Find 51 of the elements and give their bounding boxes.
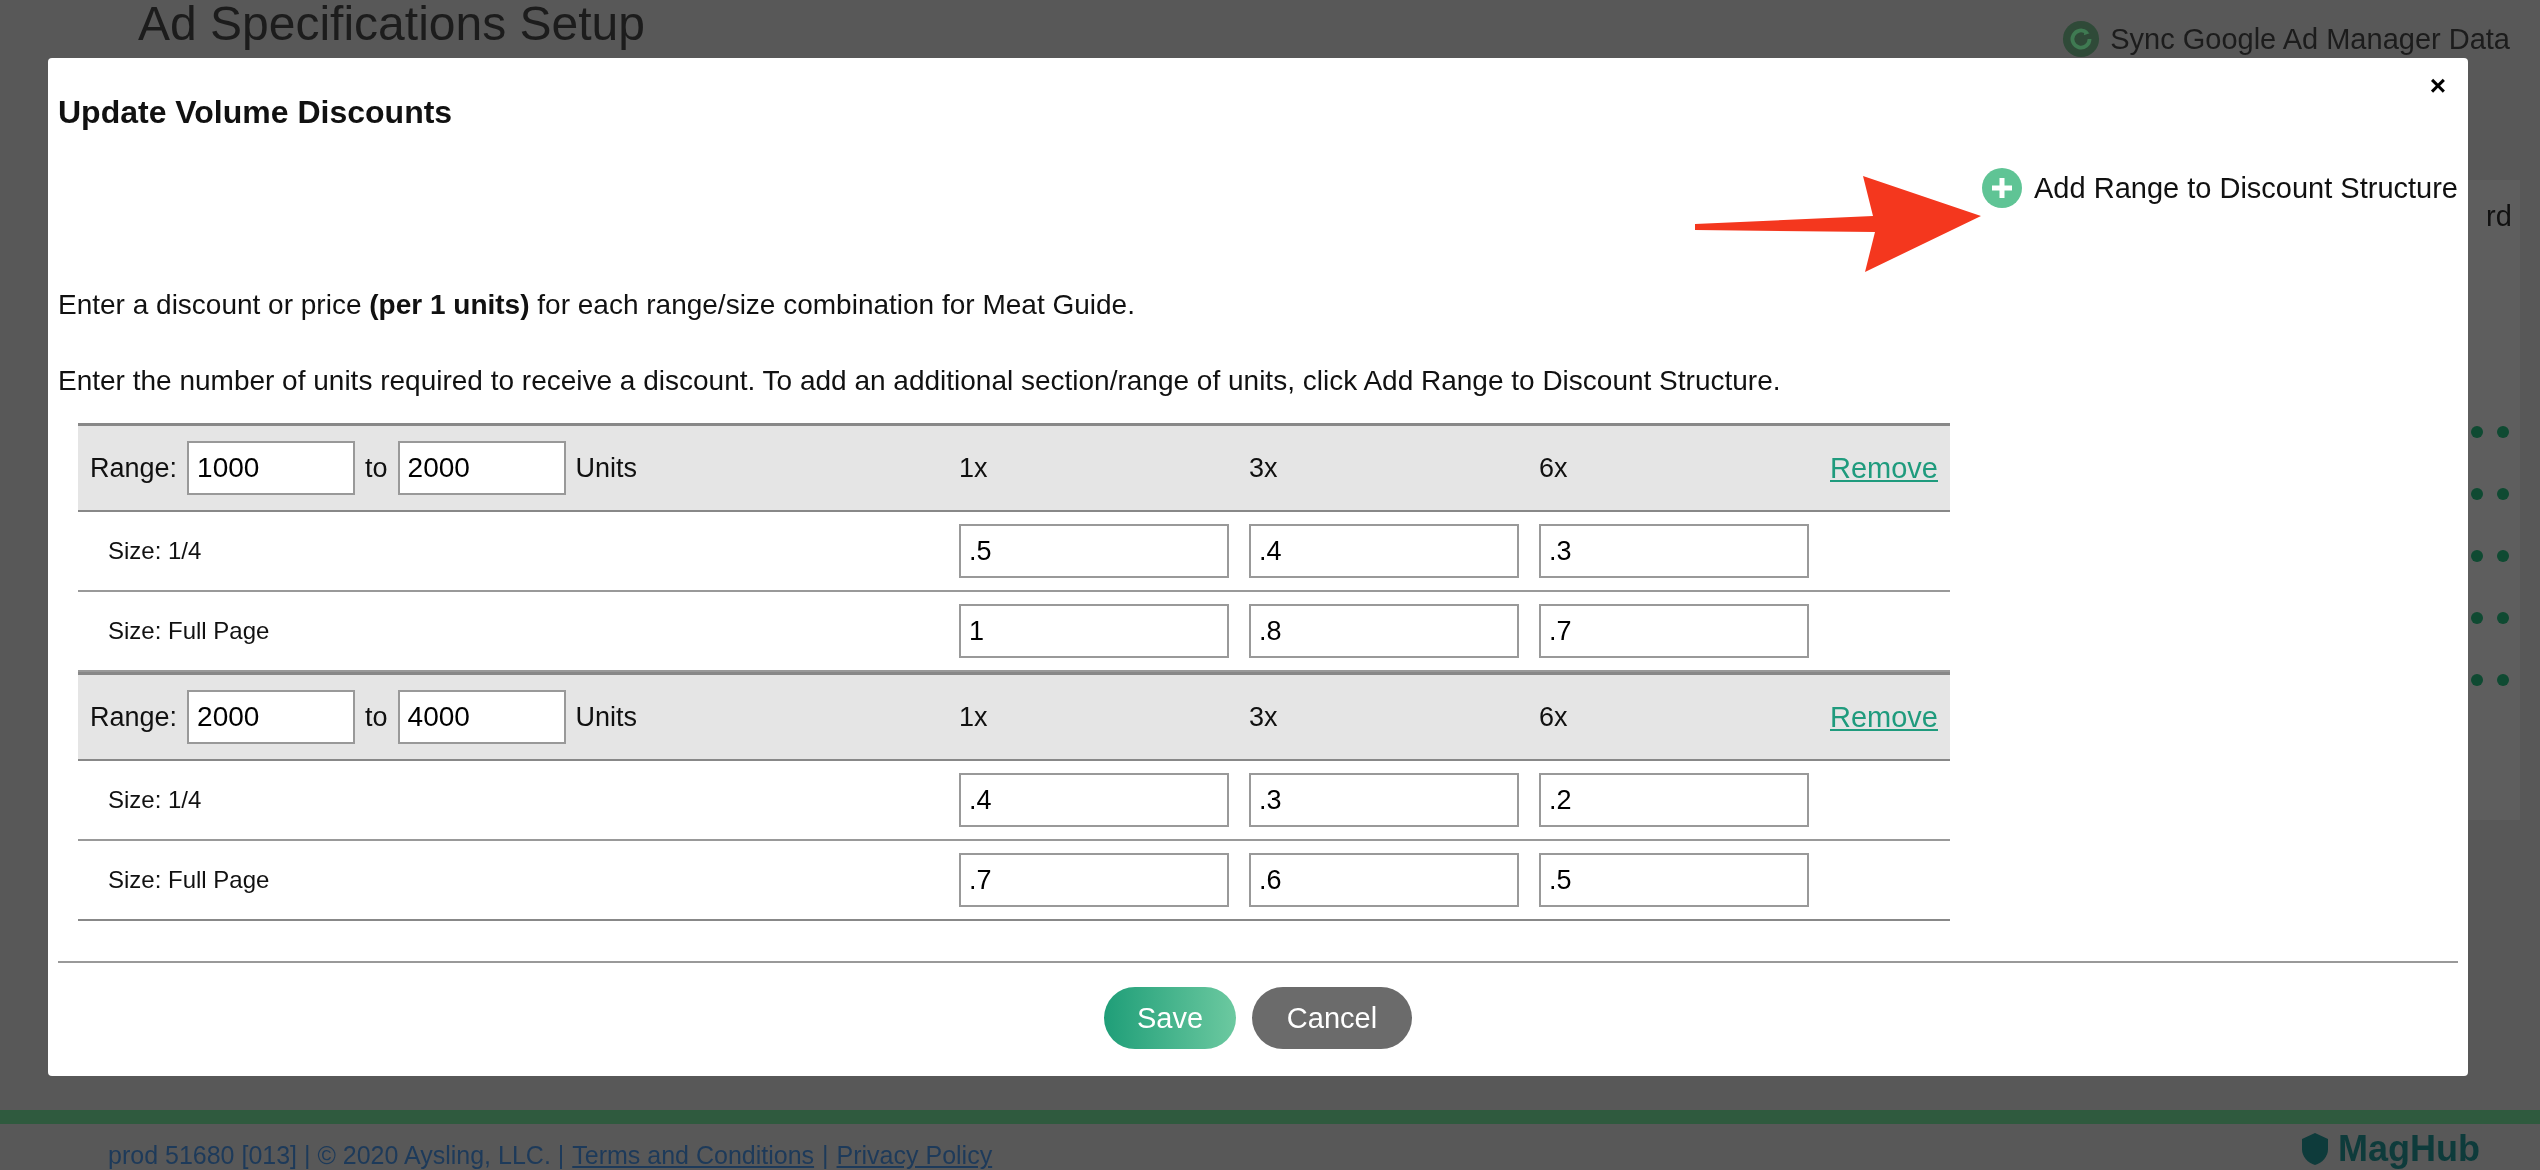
footer-text: prod 51680 [013] | © 2020 Aysling, LLC. | bbox=[108, 1141, 565, 1170]
range-to-input[interactable]: 2000 bbox=[397, 441, 566, 495]
plus-icon bbox=[1982, 168, 2023, 208]
dots-icon bbox=[2470, 425, 2510, 439]
cancel-button[interactable]: Cancel bbox=[1252, 987, 1412, 1049]
range-label: Range: bbox=[90, 701, 178, 733]
discount-input[interactable]: .8 bbox=[1249, 604, 1519, 658]
range-to-input[interactable]: 4000 bbox=[397, 690, 566, 744]
range-from-input[interactable]: 2000 bbox=[187, 690, 356, 744]
logo-text: MagHub bbox=[2338, 1128, 2480, 1170]
panel-heading: rd bbox=[2486, 200, 2512, 233]
dots-icon bbox=[2470, 549, 2510, 563]
size-label: Size: 1/4 bbox=[107, 537, 203, 565]
size-label: Size: Full Page bbox=[107, 866, 271, 894]
discount-input[interactable]: .4 bbox=[959, 773, 1229, 827]
discount-input[interactable]: .7 bbox=[1539, 604, 1809, 658]
units-label: Units bbox=[575, 452, 638, 484]
column-header: 1x bbox=[959, 452, 989, 484]
to-label: to bbox=[365, 452, 388, 484]
discount-input[interactable]: .5 bbox=[1539, 853, 1809, 907]
dots-icon bbox=[2470, 487, 2510, 501]
size-label: Size: 1/4 bbox=[107, 786, 203, 814]
shield-icon bbox=[2300, 1132, 2330, 1166]
column-header: 3x bbox=[1249, 452, 1279, 484]
discount-input[interactable]: .3 bbox=[1249, 773, 1519, 827]
discount-input[interactable]: .6 bbox=[1249, 853, 1519, 907]
range-from-input[interactable]: 1000 bbox=[187, 441, 356, 495]
discount-input[interactable]: .2 bbox=[1539, 773, 1809, 827]
dots-icon bbox=[2470, 611, 2510, 625]
size-label: Size: Full Page bbox=[107, 617, 271, 645]
column-header: 3x bbox=[1249, 701, 1279, 733]
page-title: Ad Specifications Setup bbox=[138, 0, 645, 52]
column-header: 1x bbox=[959, 701, 989, 733]
footer-text: | bbox=[822, 1141, 829, 1170]
modal-title: Update Volume Discounts bbox=[58, 93, 454, 131]
column-header: 6x bbox=[1539, 701, 1569, 733]
column-header: 6x bbox=[1539, 452, 1569, 484]
dots-icon bbox=[2470, 673, 2510, 687]
close-button[interactable]: × bbox=[2425, 70, 2450, 102]
instruction-text: Enter the number of units required to receive a discount. To add an additional section/range of units, click Add Range to Discount Structure. bbox=[58, 365, 1782, 397]
discount-input[interactable]: .7 bbox=[959, 853, 1229, 907]
add-range-link[interactable]: Add Range to Discount Structure bbox=[1982, 168, 2458, 208]
discount-input[interactable]: .5 bbox=[959, 524, 1229, 578]
to-label: to bbox=[365, 701, 388, 733]
discount-input[interactable]: .4 bbox=[1249, 524, 1519, 578]
discount-input[interactable]: .3 bbox=[1539, 524, 1809, 578]
instruction-text: Enter a discount or price (per 1 units) for each range/size combination for Meat Guide. bbox=[58, 289, 1136, 321]
range-label: Range: bbox=[90, 452, 178, 484]
units-label: Units bbox=[575, 701, 638, 733]
discount-input[interactable]: 1 bbox=[959, 604, 1229, 658]
sync-icon bbox=[2062, 20, 2101, 58]
